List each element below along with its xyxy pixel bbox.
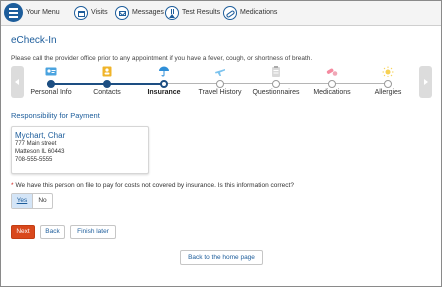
home-page-button[interactable]: Back to the home page <box>180 250 263 265</box>
sun-icon <box>382 64 394 77</box>
guarantor-street: 777 Main street <box>15 141 57 147</box>
nav-label-visits: Visits <box>91 9 108 16</box>
next-button[interactable]: Next <box>11 225 35 239</box>
yes-no-toggle: Yes No <box>11 193 53 209</box>
nav-label-messages: Messages <box>132 9 164 16</box>
guarantor-phone: 708-555-5555 <box>15 157 53 163</box>
nav-item-test-results[interactable]: Test Results <box>165 5 223 22</box>
nav-item-messages[interactable]: Messages <box>115 5 165 22</box>
top-nav: Your Menu Visits Messages Test Results M… <box>1 1 441 26</box>
back-button[interactable]: Back <box>40 225 65 239</box>
step-dot <box>47 80 55 88</box>
step-dot <box>216 80 224 88</box>
yes-button[interactable]: Yes <box>12 194 33 208</box>
clipboard-icon <box>270 64 282 77</box>
flask-icon <box>165 6 179 20</box>
question-text: We have this person on file to pay for c… <box>15 182 294 189</box>
step-label: Allergies <box>374 89 402 96</box>
no-button[interactable]: No <box>33 194 52 208</box>
guarantor-name: Mychart, Char <box>15 131 66 140</box>
section-title-responsibility: Responsibility for Payment <box>11 111 100 120</box>
step-dot <box>272 80 280 88</box>
envelope-icon <box>115 6 129 20</box>
finish-later-button[interactable]: Finish later <box>70 225 116 239</box>
step-dot <box>160 80 168 88</box>
confirm-question: * We have this person on file to pay for … <box>11 182 294 189</box>
step-dot <box>103 80 111 88</box>
pills-icon <box>326 64 338 76</box>
address-book-icon <box>101 64 113 77</box>
covid-notice: Please call the provider office prior to… <box>11 55 313 62</box>
page-title: eCheck-In <box>11 35 57 46</box>
guarantor-city: Matteson IL 60443 <box>15 149 65 155</box>
required-mark: * <box>11 182 14 189</box>
step-allergies[interactable]: Allergies <box>348 63 428 101</box>
menu-icon[interactable] <box>4 3 23 22</box>
step-dot <box>384 80 392 88</box>
guarantor-card: Mychart, Char 777 Main street Matteson I… <box>11 126 149 174</box>
step-dot <box>328 80 336 88</box>
nav-item-visits[interactable]: Visits <box>74 5 114 22</box>
calendar-icon <box>74 6 88 20</box>
id-card-icon <box>45 64 57 76</box>
nav-label-test-results: Test Results <box>182 9 221 16</box>
pills-icon <box>223 6 237 20</box>
umbrella-icon <box>158 64 170 77</box>
airplane-icon <box>214 64 226 76</box>
menu-label[interactable]: Your Menu <box>26 9 60 16</box>
nav-item-medications[interactable]: Medications <box>223 5 281 22</box>
nav-label-medications: Medications <box>240 9 278 16</box>
